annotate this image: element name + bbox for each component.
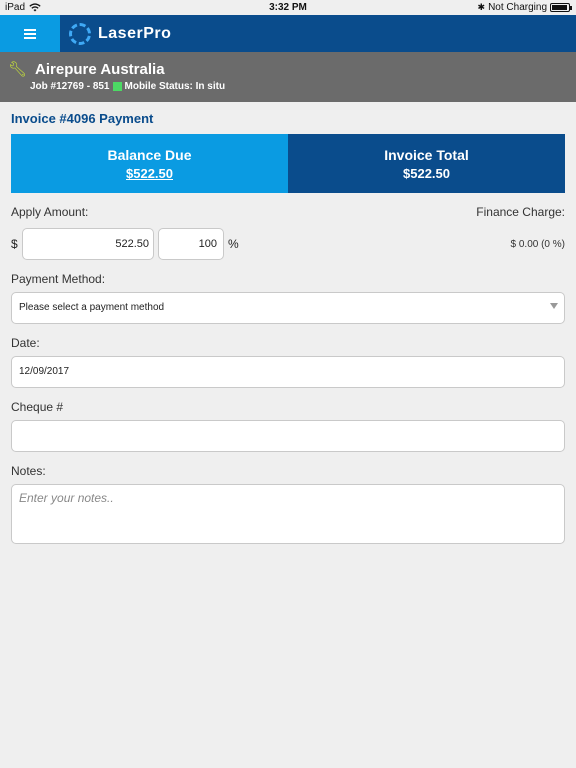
menu-button[interactable]	[0, 15, 60, 52]
wrench-icon: 🔧︎	[8, 60, 28, 78]
balance-due-label: Balance Due	[107, 146, 192, 163]
bluetooth-icon: ✱	[477, 2, 486, 12]
invoice-summary: Balance Due $522.50 Invoice Total $522.5…	[11, 134, 565, 193]
notes-textarea[interactable]: Enter your notes..	[11, 484, 565, 544]
payment-method-value: Please select a payment method	[19, 302, 165, 313]
percent-symbol: %	[228, 237, 239, 251]
hamburger-icon	[24, 28, 36, 39]
date-input[interactable]: 12/09/2017	[11, 356, 565, 388]
job-header: 🔧︎ Airepure Australia Job #12769 - 851 M…	[0, 52, 576, 102]
currency-symbol: $	[11, 237, 18, 251]
percent-input[interactable]: 100	[158, 228, 224, 260]
cheque-input[interactable]	[11, 420, 565, 452]
mobile-status: Mobile Status: In situ	[124, 81, 226, 92]
payment-form: Invoice #4096 Payment Balance Due $522.5…	[0, 111, 576, 544]
apply-amount-input[interactable]: 522.50	[22, 228, 154, 260]
battery-icon	[550, 3, 572, 12]
date-label: Date:	[11, 336, 40, 350]
invoice-total-panel: Invoice Total $522.50	[288, 134, 565, 193]
apply-amount-label: Apply Amount:	[11, 205, 89, 219]
app-name: LaserPro	[98, 24, 172, 42]
status-bar: iPad 3:32 PM ✱ Not Charging	[0, 0, 576, 15]
status-indicator	[112, 82, 122, 91]
finance-charge-value: $ 0.00 (0 %)	[510, 238, 565, 250]
cheque-label: Cheque #	[11, 400, 64, 414]
invoice-total-value: $522.50	[403, 165, 450, 181]
status-right: ✱ Not Charging	[477, 2, 572, 13]
payment-method-select[interactable]: Please select a payment method	[11, 292, 565, 324]
charging-status: Not Charging	[488, 2, 547, 13]
logo-ring-icon	[69, 22, 91, 45]
app-header: LaserPro	[0, 15, 576, 52]
payment-method-label: Payment Method:	[11, 272, 106, 286]
balance-due-link[interactable]: $522.50	[126, 166, 173, 181]
dropdown-arrow-icon	[550, 303, 558, 309]
app-logo: LaserPro	[69, 22, 172, 45]
balance-due-panel: Balance Due $522.50	[11, 134, 288, 193]
page-title: Invoice #4096 Payment	[11, 111, 154, 126]
job-number: Job #12769 - 851	[30, 81, 110, 92]
finance-charge-label: Finance Charge:	[476, 205, 565, 219]
invoice-total-label: Invoice Total	[384, 146, 469, 163]
company-name: Airepure Australia	[35, 61, 165, 78]
notes-label: Notes:	[11, 464, 46, 478]
